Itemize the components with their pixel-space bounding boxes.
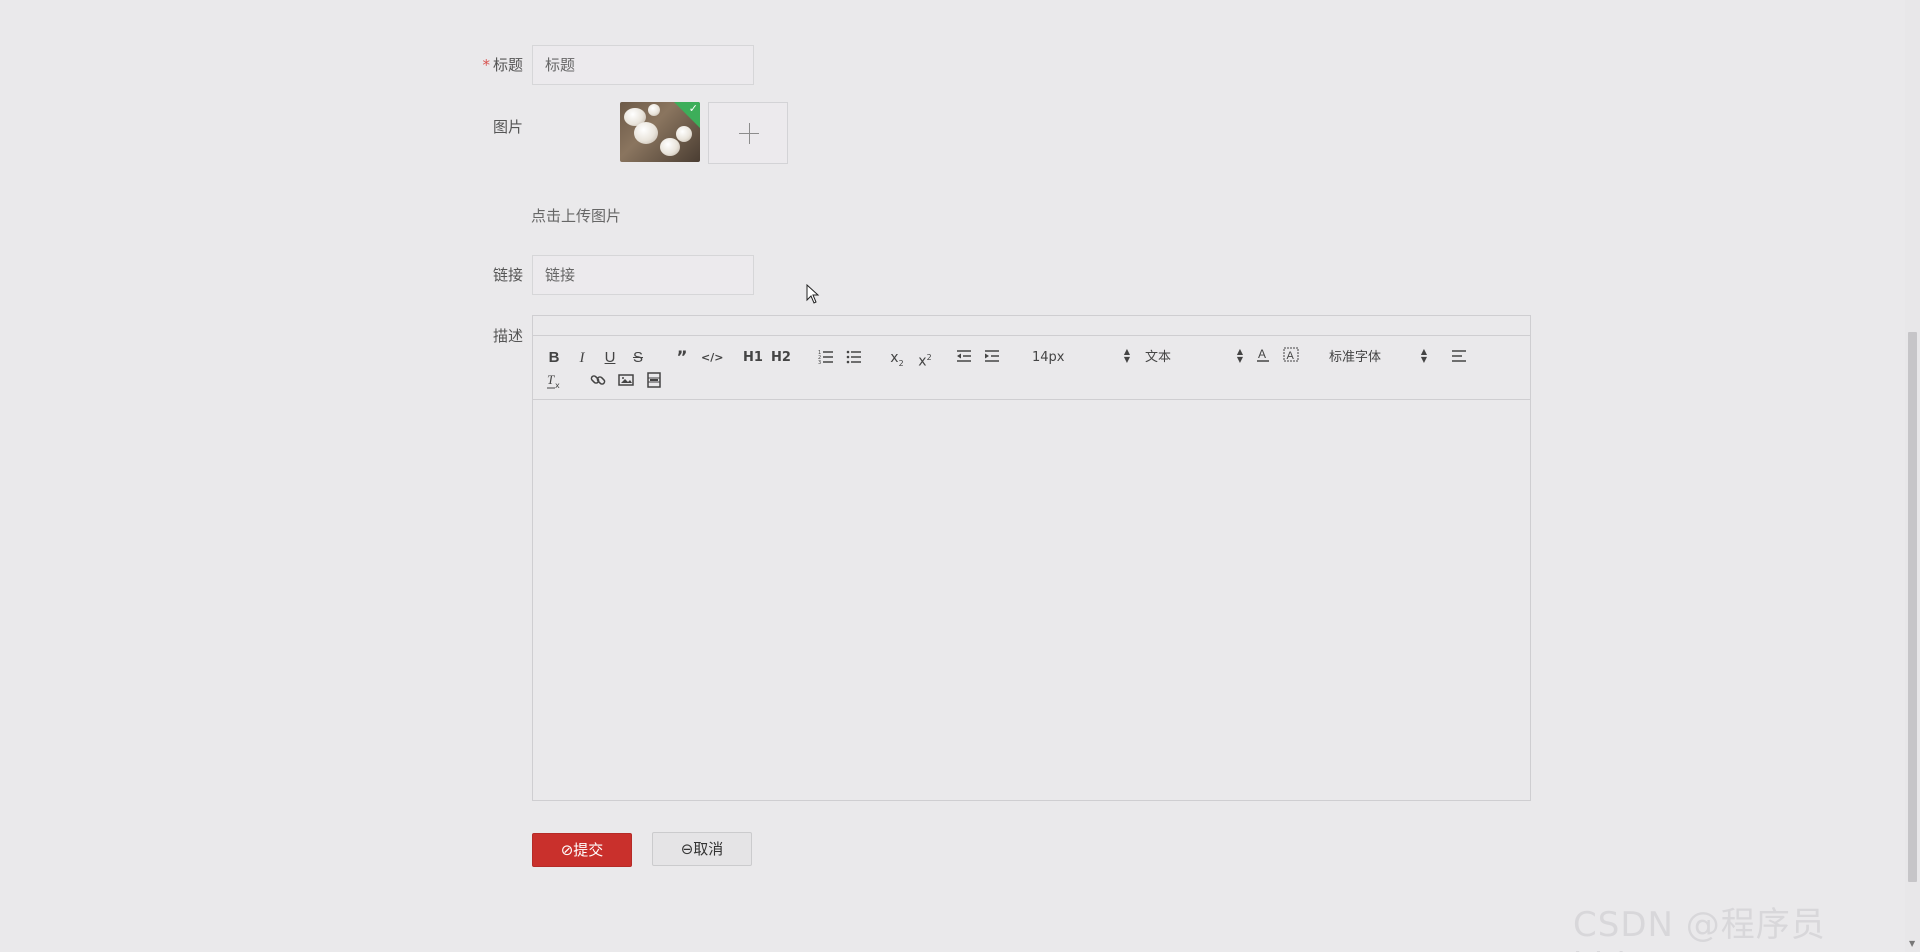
superscript-icon[interactable]: x2 <box>915 348 935 370</box>
align-icon[interactable] <box>1451 348 1469 368</box>
image-content <box>648 104 660 116</box>
font-family-value: 标准字体 <box>1329 350 1382 365</box>
editor-content-area[interactable] <box>533 400 1530 800</box>
header-select-value: 文本 <box>1145 350 1172 365</box>
svg-text:A: A <box>1258 347 1266 361</box>
image-content <box>660 138 680 156</box>
title-label: * 标题 <box>443 54 523 75</box>
uploaded-image-thumbnail[interactable]: ✓ <box>620 102 700 162</box>
link-input[interactable]: 链接 <box>532 255 754 295</box>
indent-icon[interactable] <box>984 348 1002 368</box>
bold-icon[interactable]: B <box>546 348 562 368</box>
submit-label: 提交 <box>573 841 604 859</box>
select-arrows-icon: ▲ ▼ <box>1420 347 1427 364</box>
outdent-icon[interactable] <box>956 348 974 368</box>
rich-text-editor: B I U S ” </> H1 H2 123 x2 x2 14px ▲ ▼ 文… <box>532 315 1531 801</box>
svg-text:A: A <box>1287 350 1295 362</box>
video-icon[interactable] <box>646 372 664 392</box>
title-label-text: 标题 <box>492 56 523 74</box>
select-arrows-icon: ▲ ▼ <box>1123 347 1130 364</box>
submit-icon: ⊘ <box>560 841 574 859</box>
add-image-button[interactable] <box>708 102 788 164</box>
mouse-cursor-icon <box>806 283 820 308</box>
cancel-icon: ⊖ <box>680 840 694 858</box>
editor-top-strip <box>533 316 1530 336</box>
code-icon[interactable]: </> <box>701 348 723 368</box>
link-label: 链接 <box>492 266 523 284</box>
blockquote-icon[interactable]: ” <box>674 348 690 368</box>
strike-icon[interactable]: S <box>630 348 646 368</box>
submit-button[interactable]: ⊘提交 <box>532 833 632 867</box>
cancel-button[interactable]: ⊖取消 <box>652 832 752 866</box>
ordered-list-icon[interactable]: 123 <box>818 348 836 368</box>
svg-text:T: T <box>547 372 555 387</box>
watermark: CSDN @程序员kidow <box>1573 905 1826 952</box>
description-label: 描述 <box>492 327 523 345</box>
link-icon[interactable] <box>590 372 608 392</box>
font-family-select[interactable]: 标准字体 ▲ ▼ <box>1329 348 1427 368</box>
page-scrollbar[interactable]: ▼ <box>1905 0 1920 952</box>
font-color-icon[interactable]: A <box>1255 346 1271 366</box>
plus-icon-vertical <box>749 123 750 144</box>
image-label: 图片 <box>492 118 523 136</box>
font-size-select[interactable]: 14px ▲ ▼ <box>1032 348 1130 368</box>
background-color-icon[interactable]: A <box>1283 346 1299 366</box>
italic-icon[interactable]: I <box>575 348 589 368</box>
title-input[interactable]: 标题 <box>532 45 754 85</box>
select-arrows-icon: ▲ ▼ <box>1236 347 1243 364</box>
title-placeholder: 标题 <box>545 56 576 74</box>
subscript-icon[interactable]: x2 <box>887 348 907 368</box>
cancel-label: 取消 <box>693 840 724 858</box>
svg-text:3: 3 <box>818 360 821 364</box>
header-select[interactable]: 文本 ▲ ▼ <box>1145 348 1243 368</box>
image-content <box>676 126 692 142</box>
link-placeholder: 链接 <box>545 266 576 284</box>
editor-toolbar: B I U S ” </> H1 H2 123 x2 x2 14px ▲ ▼ 文… <box>533 335 1530 400</box>
check-icon: ✓ <box>688 102 698 115</box>
image-content <box>634 122 658 144</box>
scrollbar-thumb[interactable] <box>1908 332 1917 882</box>
font-size-value: 14px <box>1032 350 1065 365</box>
h2-icon[interactable]: H2 <box>771 348 791 368</box>
clear-format-icon[interactable]: Tx <box>546 372 564 392</box>
h1-icon[interactable]: H1 <box>743 348 763 368</box>
page: * 标题 标题 图片 ✓ 点击上传图片 链接 链接 描述 B I U S ” </… <box>0 0 1920 952</box>
underline-icon[interactable]: U <box>602 348 618 368</box>
svg-text:x: x <box>555 381 560 390</box>
upload-hint: 点击上传图片 <box>531 207 622 225</box>
bullet-list-icon[interactable] <box>846 348 864 368</box>
image-icon[interactable] <box>618 372 636 392</box>
required-mark: * <box>482 56 490 74</box>
